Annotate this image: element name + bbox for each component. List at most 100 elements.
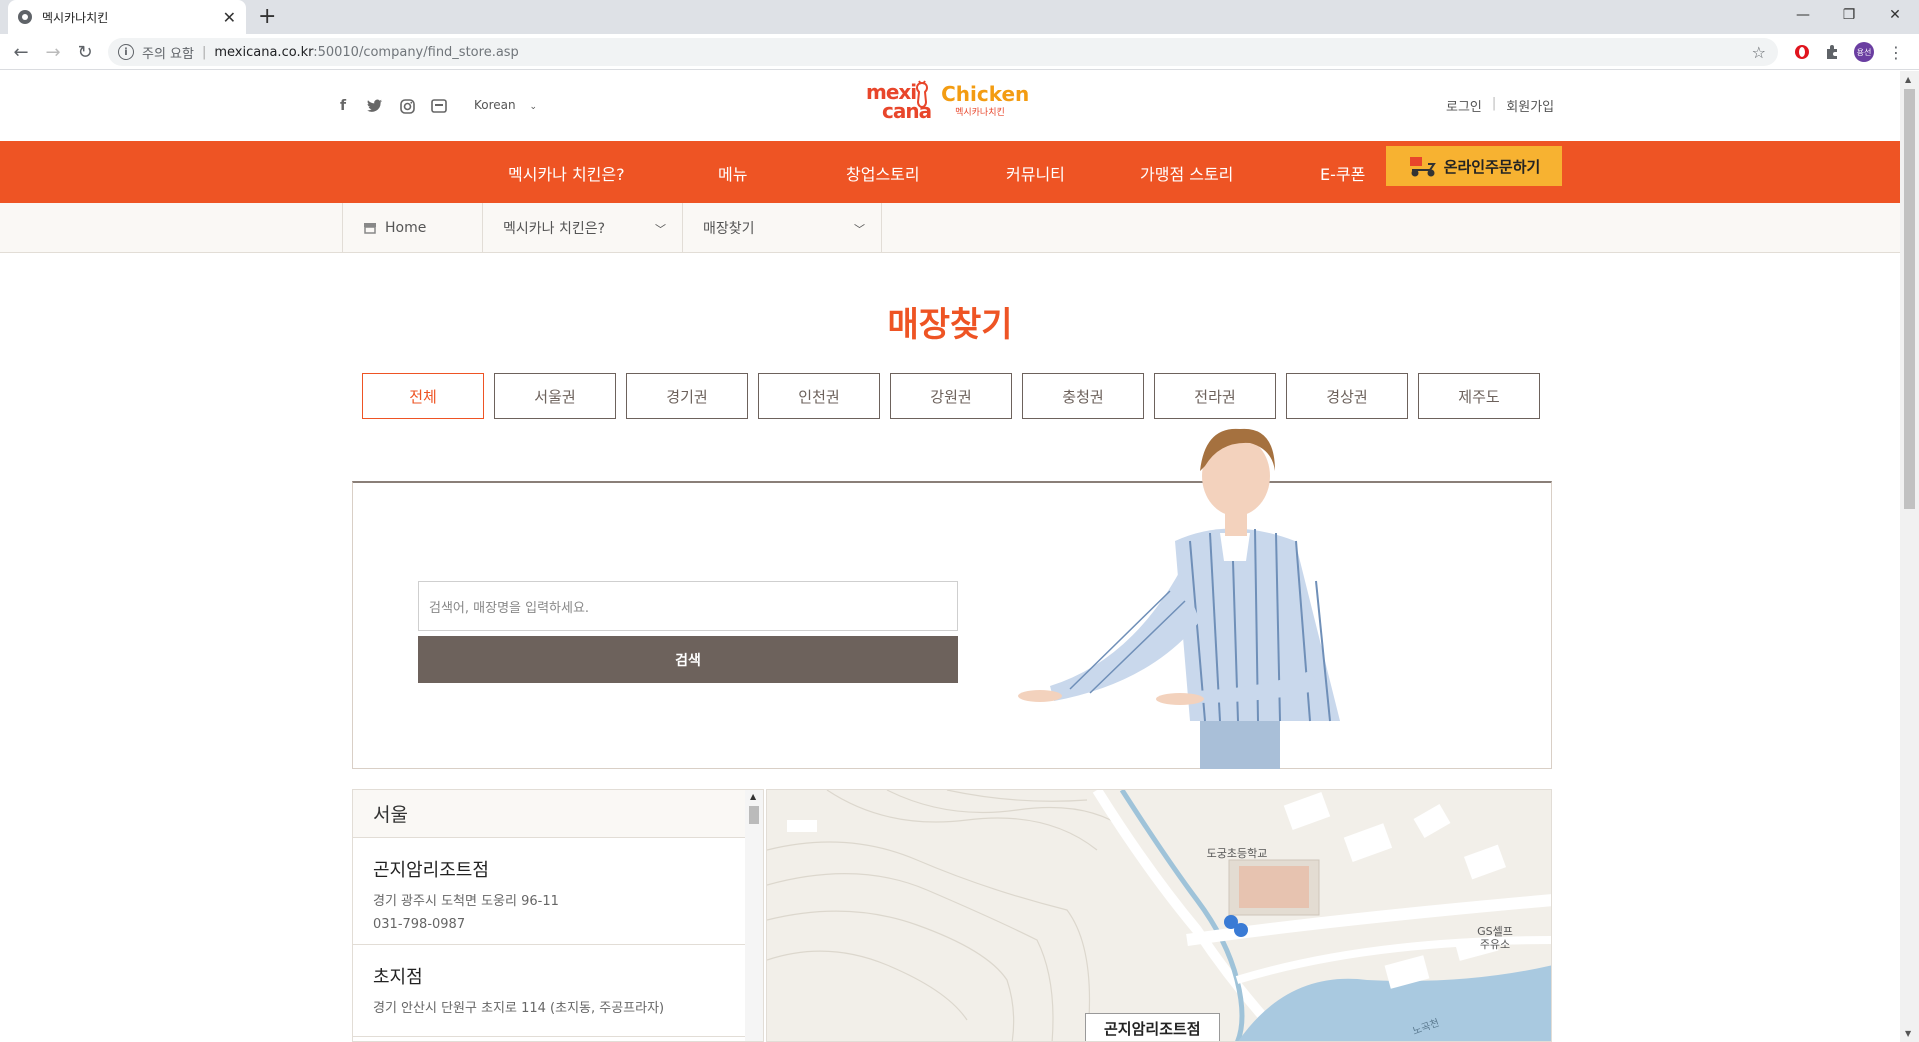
opera-extension-icon[interactable] (1792, 42, 1812, 62)
map-school-label: 도궁초등학교 (1207, 847, 1268, 860)
spokesperson-image (1018, 428, 1340, 769)
store-icon (364, 223, 376, 234)
store-list: 서울 곤지암리조트점 경기 광주시 도척면 도웅리 96-11 031-798-… (352, 789, 764, 1042)
chevron-down-icon: ⌄ (529, 102, 537, 112)
scroll-down-icon[interactable]: ▼ (1905, 1029, 1911, 1038)
security-warning: 주의 요함 (142, 46, 194, 62)
map-gas-label-1: GS셀프 (1477, 925, 1513, 938)
auth-divider: | (1491, 96, 1497, 111)
nav-item-about[interactable]: 멕시카나 치킨은? (508, 161, 625, 185)
map-store-marker-label[interactable]: 곤지암리조트점 (1085, 1013, 1220, 1041)
instagram-icon[interactable] (398, 97, 416, 115)
minimize-icon[interactable]: — (1780, 0, 1826, 30)
star-icon[interactable]: ☆ (1752, 43, 1766, 62)
blog-icon[interactable] (430, 97, 448, 115)
globe-icon (18, 10, 32, 24)
store-list-item[interactable]: 초지점 경기 안산시 단원구 초지로 114 (초지동, 주공프라자) (353, 945, 745, 1037)
region-tab-seoul[interactable]: 서울권 (494, 373, 616, 419)
site-logo[interactable]: mexi cana Chicken 멕시카나치킨 (866, 80, 1029, 121)
back-icon[interactable]: ← (10, 41, 32, 63)
browser-toolbar: ← → ↻ i 주의 요함 | mexicana.co.kr:50010/com… (0, 34, 1919, 70)
nav-item-startup-story[interactable]: 창업스토리 (846, 161, 920, 185)
region-tab-all[interactable]: 전체 (362, 373, 484, 419)
delivery-moped-icon (1409, 157, 1436, 177)
page-scroll-thumb[interactable] (1904, 89, 1915, 509)
language-select[interactable]: Korean ⌄ (474, 98, 537, 112)
store-address: 경기 광주시 도척면 도웅리 96-11 (373, 894, 559, 909)
nav-item-franchise-story[interactable]: 가맹점 스토리 (1140, 161, 1233, 185)
breadcrumb-page-dropdown[interactable]: 매장찾기 ﹀ (682, 203, 882, 253)
chevron-down-icon: ﹀ (854, 223, 865, 236)
region-tab-jeju[interactable]: 제주도 (1418, 373, 1540, 419)
login-link[interactable]: 로그인 (1446, 96, 1482, 115)
language-label: Korean (474, 98, 516, 112)
store-address: 경기 안산시 단원구 초지로 114 (초지동, 주공프라자) (373, 1001, 665, 1016)
breadcrumb-page-label: 매장찾기 (703, 221, 755, 237)
url-text: mexicana.co.kr:50010/company/find_store.… (214, 45, 518, 60)
scroll-up-icon[interactable]: ▲ (750, 792, 756, 801)
site-header: f Korean ⌄ mexi cana Chicken 멕시카나치킨 로그인 … (0, 71, 1900, 141)
breadcrumb-section-label: 멕시카나 치킨은? (503, 221, 606, 237)
main-navigation: 멕시카나 치킨은? 메뉴 창업스토리 커뮤니티 가맹점 스토리 E-쿠폰 온라인… (0, 141, 1900, 203)
tab-title: 멕시카나치킨 (42, 10, 109, 25)
close-tab-icon[interactable]: ✕ (223, 8, 236, 27)
new-tab-button[interactable]: + (258, 4, 276, 29)
store-list-region-header: 서울 (353, 790, 763, 838)
twitter-icon[interactable] (366, 97, 384, 115)
page-title: 매장찾기 (887, 305, 1013, 345)
store-phone: 031-798-0987 (373, 917, 466, 932)
nav-item-community[interactable]: 커뮤니티 (1006, 161, 1065, 185)
nav-item-menu[interactable]: 메뉴 (718, 161, 747, 185)
store-map[interactable]: 도궁초등학교 GS셀프 주유소 노곡천 곤지암리조트점 (766, 789, 1552, 1042)
web-page: f Korean ⌄ mexi cana Chicken 멕시카나치킨 로그인 … (0, 71, 1900, 1042)
region-tab-gyeonggi[interactable]: 경기권 (626, 373, 748, 419)
store-search-input[interactable]: 검색어, 매장명을 입력하세요. (418, 581, 958, 631)
browser-tab[interactable]: 멕시카나치킨 ✕ (8, 0, 246, 34)
logo-chicken-en: Chicken (941, 82, 1030, 106)
reload-icon[interactable]: ↻ (74, 41, 96, 63)
window-close-icon[interactable]: ✕ (1872, 0, 1918, 30)
page-scrollbar[interactable]: ▲ ▼ (1900, 71, 1919, 1042)
online-order-label: 온라인주문하기 (1443, 157, 1541, 176)
restore-icon[interactable]: ❐ (1826, 0, 1872, 30)
region-filter: 전체 서울권 경기권 인천권 강원권 충청권 전라권 경상권 제주도 (362, 373, 1540, 419)
social-links: f (334, 97, 448, 115)
facebook-icon[interactable]: f (334, 97, 352, 115)
puzzle-icon[interactable] (1822, 42, 1842, 62)
auth-links: 로그인 | 회원가입 (1446, 96, 1554, 115)
logo-chicken-ko: 멕시카나치킨 (955, 108, 1005, 118)
profile-avatar[interactable]: 용선 (1854, 42, 1874, 62)
map-canvas: 도궁초등학교 GS셀프 주유소 노곡천 (767, 790, 1551, 1041)
region-tab-incheon[interactable]: 인천권 (758, 373, 880, 419)
breadcrumb-section-dropdown[interactable]: 멕시카나 치킨은? ﹀ (482, 203, 682, 253)
info-icon[interactable]: i (118, 44, 134, 60)
nav-item-ecoupon[interactable]: E-쿠폰 (1320, 161, 1365, 185)
search-button[interactable]: 검색 (418, 636, 958, 683)
forward-icon[interactable]: → (42, 41, 64, 63)
url-separator: | (201, 44, 207, 60)
store-name: 초지점 (373, 967, 423, 988)
region-tab-gangwon[interactable]: 강원권 (890, 373, 1012, 419)
store-list-item[interactable]: 곤지암리조트점 경기 광주시 도척면 도웅리 96-11 031-798-098… (353, 838, 745, 945)
breadcrumb: Home 멕시카나 치킨은? ﹀ 매장찾기 ﹀ (0, 203, 1900, 253)
region-tab-chungcheong[interactable]: 충청권 (1022, 373, 1144, 419)
online-order-button[interactable]: 온라인주문하기 (1386, 146, 1562, 186)
logo-chicken: Chicken 멕시카나치킨 (941, 83, 1029, 118)
region-tab-gyeongsang[interactable]: 경상권 (1286, 373, 1408, 419)
scroll-up-icon[interactable]: ▲ (1905, 75, 1911, 84)
store-list-scrollbar[interactable]: ▲ (745, 790, 763, 1041)
chicken-mascot-icon (916, 80, 929, 109)
chevron-down-icon: ﹀ (655, 223, 666, 236)
region-tab-jeolla[interactable]: 전라권 (1154, 373, 1276, 419)
browser-tab-bar: 멕시카나치킨 ✕ + — ❐ ✕ (0, 0, 1919, 34)
url-path: :50010/company/find_store.asp (313, 44, 519, 60)
url-host: mexicana.co.kr (214, 44, 314, 60)
signup-link[interactable]: 회원가입 (1506, 96, 1554, 115)
menu-icon[interactable]: ⋮ (1886, 42, 1906, 62)
breadcrumb-home[interactable]: Home (342, 203, 482, 253)
store-list-scroll-thumb[interactable] (749, 806, 759, 824)
store-name: 곤지암리조트점 (373, 860, 489, 881)
address-bar[interactable]: i 주의 요함 | mexicana.co.kr:50010/company/f… (108, 38, 1778, 66)
breadcrumb-home-label: Home (385, 220, 427, 236)
map-gas-label-2: 주유소 (1480, 938, 1510, 951)
